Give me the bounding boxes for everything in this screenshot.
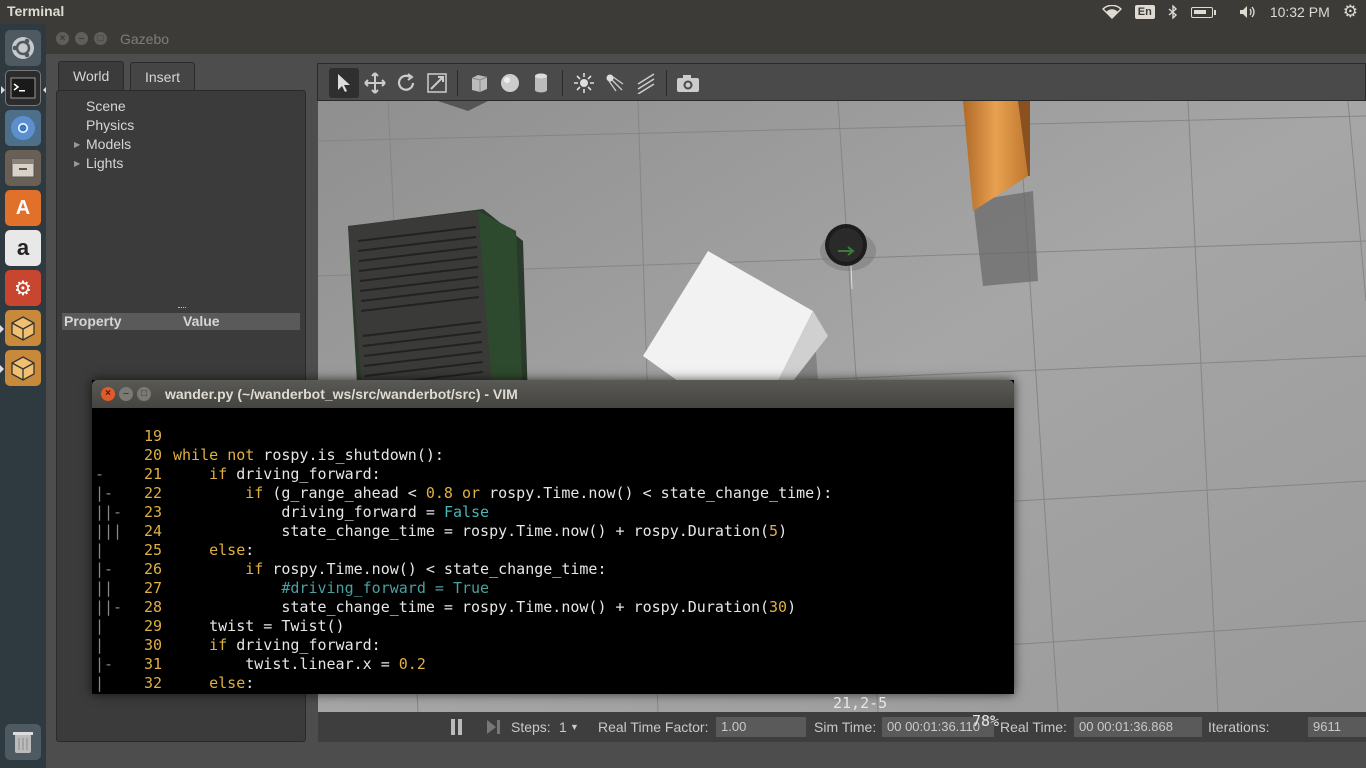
- code-line: |- 31 twist.linear.x = 0.2: [95, 655, 426, 673]
- chromium-icon[interactable]: [5, 110, 41, 146]
- ubuntu-dash-icon[interactable]: [5, 30, 41, 66]
- tree-item-physics[interactable]: Physics: [86, 117, 134, 133]
- top-panel: Terminal En 10:32 PM ⚙: [0, 0, 1366, 24]
- spot-light-icon[interactable]: [600, 68, 630, 98]
- gazebo-window-title: Gazebo: [120, 31, 170, 47]
- vim-titlebar: × – □ wander.py (~/wanderbot_ws/src/wand…: [92, 380, 1014, 408]
- gazebo-maximize-button[interactable]: □: [94, 32, 107, 45]
- code-line: -21 if driving_forward:: [95, 465, 381, 483]
- software-center-icon[interactable]: A: [5, 190, 41, 226]
- directional-light-icon[interactable]: [631, 68, 661, 98]
- point-light-icon[interactable]: [569, 68, 599, 98]
- gazebo-toolbar: [317, 63, 1366, 101]
- iterations-label: Iterations:: [1208, 719, 1270, 735]
- code-line: | 25 else:: [95, 541, 255, 559]
- gazebo-statusbar: Steps: 1 ▼ Real Time Factor: 1.00 Sim Ti…: [318, 712, 1366, 742]
- select-mode-icon[interactable]: [329, 68, 359, 98]
- code-line: 20 while not rospy.is_shutdown():: [143, 446, 444, 464]
- tab-insert[interactable]: Insert: [130, 62, 196, 90]
- vim-status-line: 21,2-5 78%: [92, 676, 1014, 730]
- code-line: || 27 #driving_forward = True: [95, 579, 490, 597]
- launcher: A a ⚙: [0, 24, 47, 768]
- tree-item-models[interactable]: Models: [86, 136, 131, 152]
- files-icon[interactable]: [5, 150, 41, 186]
- gazebo-titlebar: × – □ Gazebo: [46, 24, 1366, 54]
- sphere-shape-icon[interactable]: [495, 68, 525, 98]
- vim-close-button[interactable]: ×: [101, 387, 115, 401]
- code-line: | 30 if driving_forward:: [95, 636, 381, 654]
- step-forward-icon[interactable]: [486, 719, 502, 735]
- real-time-value: 00 00:01:36.868: [1074, 717, 1202, 737]
- property-column-header: Property: [64, 313, 122, 329]
- code-line: ||- 28 state_change_time = rospy.Time.now…: [95, 598, 797, 616]
- battery-icon[interactable]: [1190, 6, 1226, 18]
- terminal-icon[interactable]: [1, 70, 47, 106]
- code-line: |- 26 if rospy.Time.now() < state_change_…: [95, 560, 607, 578]
- pause-button[interactable]: [450, 719, 464, 735]
- gazebo-icon-2[interactable]: [0, 350, 41, 386]
- code-line: ||- 23 driving_forward = False: [95, 503, 490, 521]
- trash-icon[interactable]: [5, 724, 41, 760]
- keyboard-layout-indicator[interactable]: En: [1134, 5, 1155, 19]
- settings-gear-icon[interactable]: ⚙: [1343, 2, 1358, 22]
- cursor-position: 21,2-5: [833, 694, 888, 712]
- volume-icon[interactable]: [1239, 5, 1257, 19]
- vim-minimize-button[interactable]: –: [119, 387, 133, 401]
- box-shape-icon[interactable]: [464, 68, 494, 98]
- expand-arrow-icon[interactable]: ▶: [74, 159, 80, 168]
- code-line: 19: [143, 427, 162, 445]
- code-line: | 29 twist = Twist(): [95, 617, 345, 635]
- tab-world[interactable]: World: [58, 61, 125, 91]
- tree-item-lights[interactable]: Lights: [86, 155, 123, 171]
- real-time-label: Real Time:: [1000, 719, 1067, 735]
- active-app-title: Terminal: [7, 3, 65, 19]
- scroll-percent: 78%: [972, 712, 1000, 730]
- sim-time-label: Sim Time:: [814, 719, 877, 735]
- tree-item-scene[interactable]: Scene: [86, 98, 126, 114]
- cylinder-shape-icon[interactable]: [526, 68, 556, 98]
- real-time-factor-label: Real Time Factor:: [598, 719, 709, 735]
- screenshot-camera-icon[interactable]: [673, 68, 703, 98]
- splitter-handle[interactable]: [178, 307, 186, 310]
- translate-mode-icon[interactable]: [360, 68, 390, 98]
- wifi-icon[interactable]: [1101, 5, 1122, 19]
- vim-maximize-button[interactable]: □: [137, 387, 151, 401]
- gazebo-icon[interactable]: [0, 310, 41, 346]
- steps-value[interactable]: 1: [559, 719, 567, 735]
- steps-dropdown-arrow-icon[interactable]: ▼: [570, 722, 579, 732]
- gazebo-close-button[interactable]: ×: [56, 32, 69, 45]
- scale-mode-icon[interactable]: [422, 68, 452, 98]
- system-settings-icon[interactable]: ⚙: [5, 270, 41, 306]
- expand-arrow-icon[interactable]: ▶: [74, 140, 80, 149]
- value-column-header: Value: [183, 313, 220, 329]
- rotate-mode-icon[interactable]: [391, 68, 421, 98]
- real-time-factor-value: 1.00: [716, 717, 806, 737]
- bluetooth-icon[interactable]: [1168, 5, 1178, 19]
- iterations-value: 9611: [1308, 717, 1366, 737]
- system-tray: En 10:32 PM ⚙: [1101, 0, 1366, 24]
- code-line: ||| 24 state_change_time = rospy.Time.now…: [95, 522, 788, 540]
- clock[interactable]: 10:32 PM: [1270, 4, 1330, 20]
- vim-window-title: wander.py (~/wanderbot_ws/src/wanderbot/…: [165, 386, 518, 402]
- vim-terminal-window: × – □ wander.py (~/wanderbot_ws/src/wand…: [92, 380, 1014, 730]
- code-line: | 32 else:: [95, 674, 255, 692]
- property-table-header: Property Value: [62, 313, 300, 330]
- gazebo-minimize-button[interactable]: –: [75, 32, 88, 45]
- code-line: |- 22 if (g_range_ahead < 0.8 or rospy.Ti…: [95, 484, 833, 502]
- steps-label: Steps:: [511, 719, 551, 735]
- amazon-icon[interactable]: a: [5, 230, 41, 266]
- vim-editor[interactable]: 19 20 while not rospy.is_shutdown(): -21 …: [92, 408, 1014, 730]
